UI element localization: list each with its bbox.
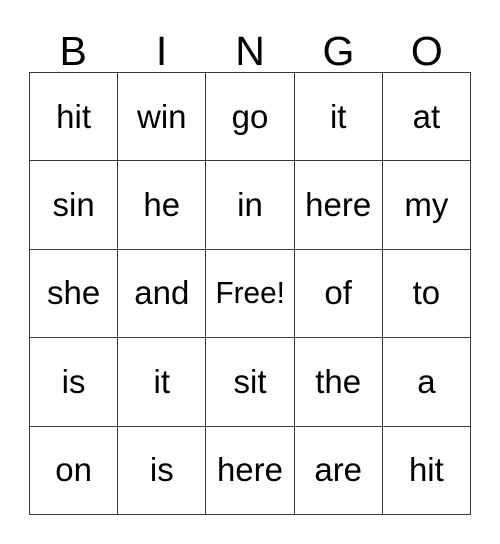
bingo-cell-r4c5[interactable]: a (382, 338, 471, 427)
bingo-header-row: B I N G O (29, 24, 471, 72)
bingo-cell-r1c5[interactable]: at (382, 73, 471, 162)
bingo-cell-r1c2[interactable]: win (118, 73, 207, 162)
bingo-cell-label: is (61, 362, 86, 400)
bingo-cell-r4c3[interactable]: sit (206, 338, 295, 427)
bingo-cell-r3c1[interactable]: she (30, 249, 119, 339)
bingo-cell-r2c3[interactable]: in (206, 161, 295, 250)
bingo-cell-label: the (315, 362, 362, 400)
bingo-cell-r1c4[interactable]: it (294, 73, 383, 162)
bingo-cell-r5c3[interactable]: here (206, 426, 295, 515)
bingo-cell-label: is (149, 451, 174, 489)
bingo-cell-label: she (46, 274, 101, 312)
bingo-cell-r2c1[interactable]: sin (30, 161, 119, 250)
bingo-header-letter-i: I (155, 28, 168, 74)
bingo-cell-r4c2[interactable]: it (118, 338, 207, 427)
bingo-cell-label: to (412, 274, 441, 312)
bingo-cell-r2c5[interactable]: my (382, 161, 471, 250)
bingo-cell-free-space[interactable]: Free! (206, 249, 295, 339)
bingo-header-letter-n: N (235, 28, 265, 74)
bingo-cell-r2c2[interactable]: he (118, 161, 207, 250)
bingo-cell-label: hit (408, 451, 444, 489)
bingo-cell-label: and (134, 274, 190, 312)
bingo-cell-label: here (216, 451, 284, 489)
bingo-cell-label: it (153, 362, 171, 400)
bingo-header-letter-b: B (59, 28, 87, 74)
bingo-grid: hit win go it at sin he in here my she a… (29, 72, 471, 515)
bingo-cell-label: hit (56, 97, 92, 135)
bingo-cell-label: it (329, 97, 347, 135)
bingo-cell-label: sit (233, 362, 267, 400)
bingo-cell-label: are (314, 451, 363, 489)
bingo-cell-label: he (143, 186, 181, 224)
bingo-card: B I N G O hit win go it at sin he in her… (0, 0, 500, 544)
bingo-cell-r4c1[interactable]: is (30, 338, 119, 427)
bingo-header-letter-o: O (410, 28, 443, 74)
bingo-cell-r3c2[interactable]: and (118, 249, 207, 339)
bingo-cell-r3c5[interactable]: to (382, 249, 471, 339)
bingo-free-space-label: Free! (215, 275, 285, 311)
bingo-cell-r4c4[interactable]: the (294, 338, 383, 427)
bingo-cell-label: go (231, 97, 269, 135)
bingo-cell-label: win (137, 97, 187, 135)
bingo-cell-label: here (305, 186, 372, 224)
bingo-cell-label: sin (52, 186, 95, 224)
bingo-header-letter-g: G (322, 28, 355, 74)
bingo-cell-label: in (237, 186, 263, 224)
bingo-cell-r5c2[interactable]: is (118, 426, 207, 515)
bingo-cell-r2c4[interactable]: here (294, 161, 383, 250)
bingo-cell-label: at (412, 97, 441, 135)
bingo-cell-label: of (324, 274, 352, 312)
bingo-cell-r3c4[interactable]: of (294, 249, 383, 339)
bingo-cell-label: a (417, 362, 436, 400)
bingo-cell-r5c1[interactable]: on (30, 426, 119, 515)
bingo-cell-r1c1[interactable]: hit (30, 73, 119, 162)
bingo-cell-r5c4[interactable]: are (294, 426, 383, 515)
bingo-cell-label: on (55, 451, 92, 489)
bingo-cell-r1c3[interactable]: go (206, 73, 295, 162)
bingo-cell-r5c5[interactable]: hit (382, 426, 471, 515)
bingo-cell-label: my (404, 186, 449, 224)
